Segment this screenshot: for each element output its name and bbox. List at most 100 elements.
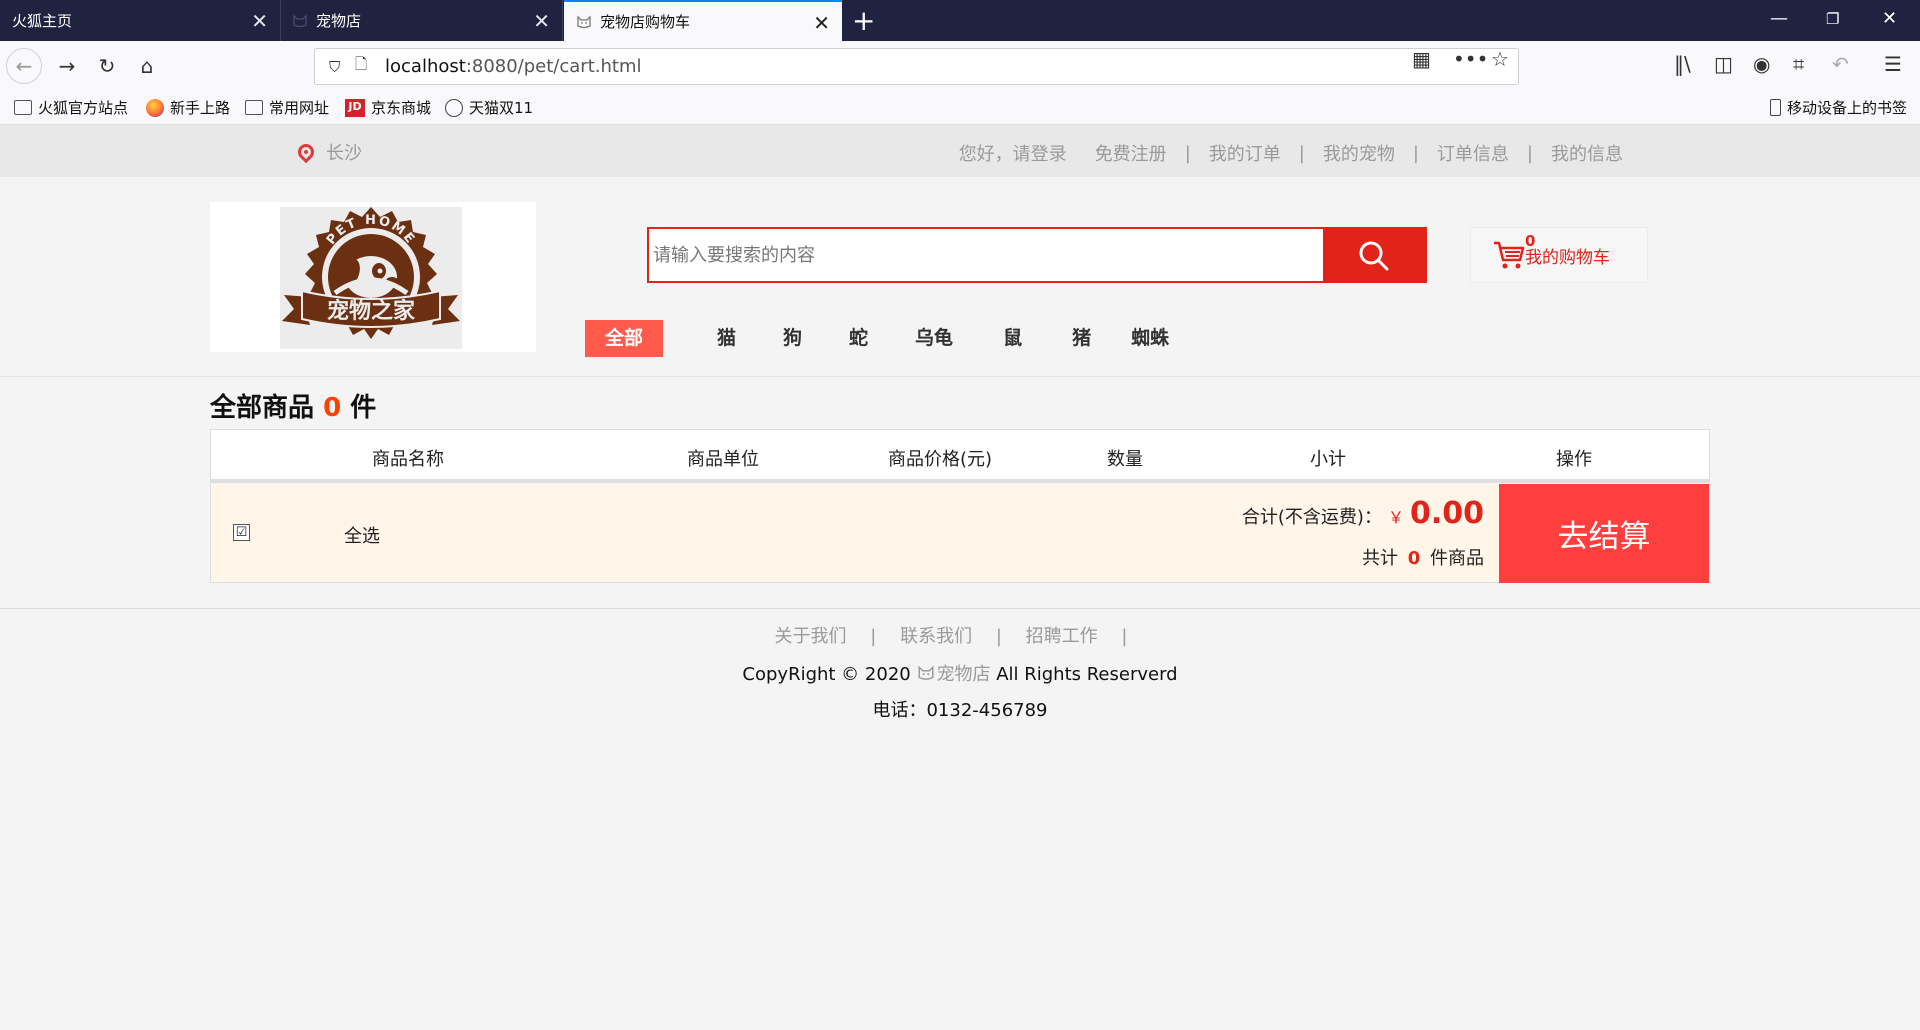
footer-links: 关于我们 | 联系我们 | 招聘工作 | bbox=[0, 622, 1920, 648]
bookmark-mobile[interactable]: 移动设备上的书签 bbox=[1770, 97, 1907, 118]
search-box bbox=[647, 227, 1427, 283]
category-spider[interactable]: 蜘蛛 bbox=[1131, 320, 1169, 357]
category-snake[interactable]: 蛇 bbox=[849, 320, 868, 357]
footer-divider bbox=[0, 608, 1920, 609]
shield-icon[interactable]: ⛉ bbox=[329, 58, 351, 76]
cat-favicon-icon bbox=[576, 14, 592, 30]
bookmark-tmall[interactable]: 天猫双11 bbox=[445, 97, 533, 118]
my-info-link[interactable]: 我的信息 bbox=[1551, 140, 1623, 166]
copyright: CopyRight © 2020 宠物店 All Rights Reserver… bbox=[0, 660, 1920, 686]
bookmark-label: 常用网址 bbox=[269, 99, 330, 117]
url-host: localhost bbox=[385, 56, 466, 77]
firefox-icon bbox=[146, 98, 164, 117]
separator: | bbox=[1412, 142, 1419, 164]
reload-icon[interactable]: ↻ bbox=[92, 51, 122, 81]
count-suffix: 件商品 bbox=[1430, 548, 1484, 569]
category-pig[interactable]: 猪 bbox=[1072, 320, 1091, 357]
cart-table-header: 商品名称 商品单位 商品价格(元) 数量 小计 操作 bbox=[211, 430, 1709, 482]
separator: | bbox=[870, 626, 877, 647]
site-topbar: 长沙 您好，请登录 免费注册 | 我的订单 | 我的宠物 | 订单信息 | 我的… bbox=[0, 125, 1920, 177]
category-dog[interactable]: 狗 bbox=[783, 320, 802, 357]
column-header: 商品单位 bbox=[687, 449, 759, 470]
window-close-icon[interactable]: ✕ bbox=[1882, 8, 1897, 29]
location-pin-icon bbox=[294, 140, 318, 164]
copyright-prefix: CopyRight © 2020 bbox=[742, 664, 911, 685]
forward-arrow-icon[interactable]: → bbox=[52, 51, 82, 81]
my-cart-button[interactable]: 0 我的购物车 bbox=[1470, 227, 1648, 283]
tab-pet-shop[interactable]: 宠物店 ✕ bbox=[282, 0, 563, 41]
category-mouse[interactable]: 鼠 bbox=[1003, 320, 1022, 357]
total-line: 合计(不含运费)： ￥ 0.00 bbox=[1242, 496, 1484, 531]
qr-code-icon[interactable]: ▦ bbox=[1412, 47, 1431, 71]
top-links: 您好，请登录 免费注册 | 我的订单 | 我的宠物 | 订单信息 | 我的信息 bbox=[959, 140, 1623, 166]
bookmark-firefox-site[interactable]: 火狐官方站点 bbox=[14, 97, 128, 118]
cart-title: 全部商品 0 件 bbox=[210, 387, 376, 424]
jd-icon: JD bbox=[345, 98, 365, 117]
cat-favicon-icon bbox=[292, 13, 308, 29]
my-orders-link[interactable]: 我的订单 bbox=[1209, 140, 1281, 166]
cart-title-label: 全部商品 bbox=[210, 393, 315, 423]
url-bar[interactable]: ⛉ 🗋 localhost :8080/pet/cart.html bbox=[314, 48, 1519, 85]
category-cat[interactable]: 猫 bbox=[717, 320, 736, 357]
select-all-label[interactable]: 全选 bbox=[344, 522, 380, 548]
logo-main-text: 宠物之家 bbox=[327, 298, 416, 324]
minimize-icon[interactable]: — bbox=[1770, 8, 1788, 29]
globe-icon bbox=[445, 98, 463, 117]
url-path: :8080/pet/cart.html bbox=[465, 56, 642, 77]
checkout-button[interactable]: 去结算 bbox=[1499, 484, 1709, 583]
mobile-device-icon bbox=[1770, 99, 1781, 116]
bookmark-jd[interactable]: JD 京东商城 bbox=[345, 97, 431, 118]
search-button[interactable] bbox=[1323, 229, 1425, 283]
column-header: 数量 bbox=[1107, 449, 1143, 470]
order-info-link[interactable]: 订单信息 bbox=[1437, 140, 1509, 166]
close-icon[interactable]: ✕ bbox=[533, 9, 550, 33]
location[interactable]: 长沙 bbox=[294, 139, 362, 165]
tab-pet-cart[interactable]: 宠物店购物车 ✕ bbox=[564, 0, 842, 41]
my-pets-link[interactable]: 我的宠物 bbox=[1323, 140, 1395, 166]
cart-summary-bar: ☑ 全选 合计(不含运费)： ￥ 0.00 共计 0 件商品 去结算 bbox=[210, 484, 1710, 583]
close-icon[interactable]: ✕ bbox=[813, 11, 830, 35]
count-line: 共计 0 件商品 bbox=[1362, 544, 1484, 570]
category-all[interactable]: 全部 bbox=[585, 320, 663, 357]
separator: | bbox=[1526, 142, 1533, 164]
account-icon[interactable]: ◉ bbox=[1753, 52, 1770, 76]
tab-firefox-home[interactable]: 火狐主页 ✕ bbox=[0, 0, 281, 41]
total-amount: 0.00 bbox=[1409, 496, 1484, 531]
search-input[interactable] bbox=[649, 229, 1323, 281]
page-content: 长沙 您好，请登录 免费注册 | 我的订单 | 我的宠物 | 订单信息 | 我的… bbox=[0, 125, 1920, 1030]
bookmark-getting-started[interactable]: 新手上路 bbox=[146, 97, 230, 118]
page-info-icon[interactable]: 🗋 bbox=[355, 54, 377, 79]
bookmark-label: 火狐官方站点 bbox=[38, 99, 129, 117]
jobs-link[interactable]: 招聘工作 bbox=[1026, 626, 1098, 647]
menu-icon[interactable]: ☰ bbox=[1884, 52, 1902, 76]
more-icon[interactable]: ••• bbox=[1453, 47, 1488, 71]
cart-item-count: 0 bbox=[323, 393, 342, 423]
tab-title: 宠物店购物车 bbox=[600, 13, 691, 31]
register-link[interactable]: 免费注册 bbox=[1095, 140, 1167, 166]
sidebar-icon[interactable]: ◫ bbox=[1714, 52, 1733, 76]
select-all-checkbox[interactable]: ☑ bbox=[233, 524, 250, 541]
screenshot-icon[interactable]: ⌗ bbox=[1793, 52, 1804, 76]
column-header: 小计 bbox=[1310, 449, 1346, 470]
category-nav: 全部 猫 狗 蛇 乌龟 鼠 猪 蜘蛛 bbox=[585, 320, 1198, 357]
close-icon[interactable]: ✕ bbox=[251, 9, 268, 33]
login-link[interactable]: 您好，请登录 bbox=[959, 140, 1067, 166]
back-arrow-icon[interactable]: ← bbox=[6, 48, 42, 84]
bookmark-star-icon[interactable]: ☆ bbox=[1491, 47, 1509, 71]
restore-icon[interactable]: ❐ bbox=[1826, 10, 1839, 28]
contact-us-link[interactable]: 联系我们 bbox=[900, 626, 972, 647]
new-tab-icon[interactable]: + bbox=[852, 4, 875, 37]
logo[interactable]: PET HOME 宠物之家 bbox=[210, 202, 536, 352]
folder-icon bbox=[14, 100, 32, 115]
tab-title: 宠物店 bbox=[316, 12, 362, 30]
undo-icon[interactable]: ↶ bbox=[1832, 52, 1849, 76]
bookmark-common-sites[interactable]: 常用网址 bbox=[245, 97, 329, 118]
bookmark-label: 京东商城 bbox=[371, 99, 432, 117]
home-icon[interactable]: ⌂ bbox=[132, 51, 162, 81]
site-header: PET HOME 宠物之家 请输入要搜索的内容 0 我的购物车 全部 猫 狗 蛇… bbox=[0, 177, 1920, 377]
category-turtle[interactable]: 乌龟 bbox=[915, 320, 953, 357]
cat-logo-icon bbox=[918, 665, 934, 680]
library-icon[interactable]: ‖\ bbox=[1674, 52, 1691, 76]
count-prefix: 共计 bbox=[1362, 548, 1398, 569]
about-us-link[interactable]: 关于我们 bbox=[775, 626, 847, 647]
